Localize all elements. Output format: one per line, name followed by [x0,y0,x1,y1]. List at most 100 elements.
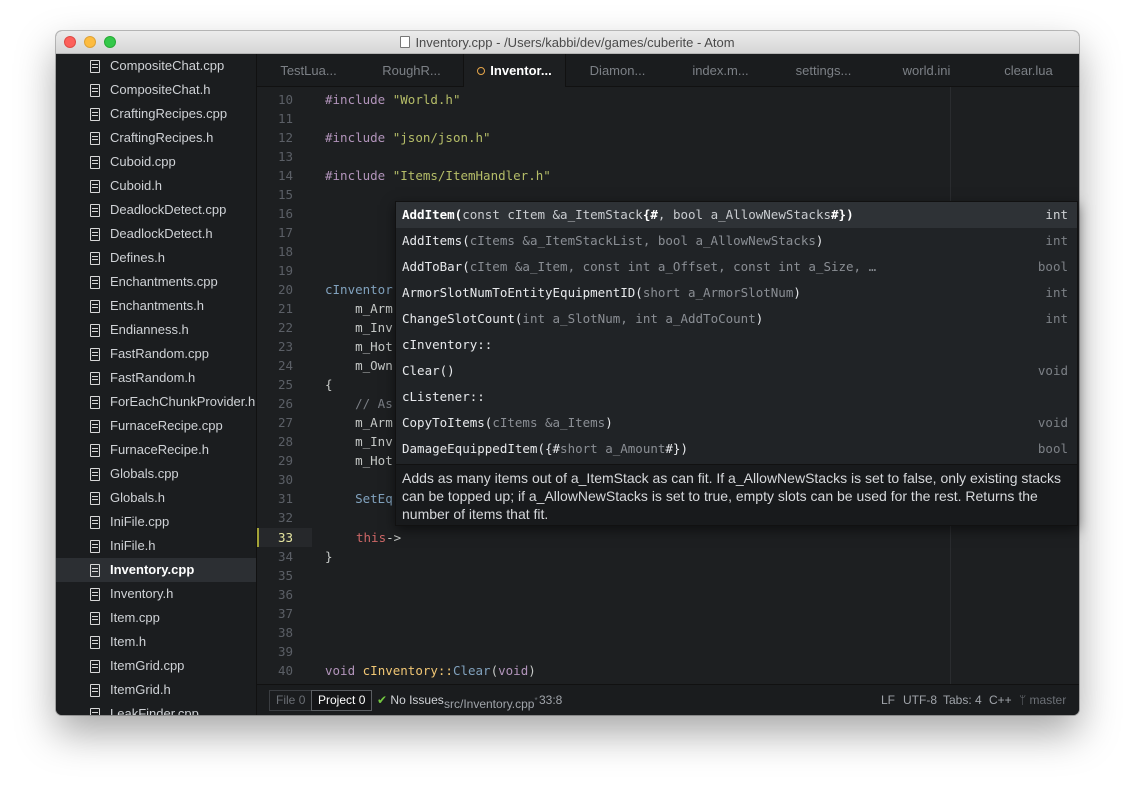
file-label: CompositeChat.h [110,82,211,97]
git-branch[interactable]: ᛘ master [1019,685,1066,715]
git-branch-icon: ᛘ [1019,693,1027,707]
suggestion-type: int [1045,233,1068,248]
tab-clear-lua[interactable]: clear.lua [978,54,1079,87]
line-number: 16 [277,206,293,221]
autocomplete-suggestion[interactable]: ArmorSlotNumToEntityEquipmentID(short a_… [396,280,1077,306]
tree-file-item[interactable]: LeakFinder.cpp [56,702,256,715]
linter-file-tab[interactable]: File 0 [269,690,313,711]
tree-file-item[interactable]: Item.h [56,630,256,654]
tree-file-item[interactable]: FurnaceRecipe.cpp [56,414,256,438]
tree-file-item[interactable]: Defines.h [56,246,256,270]
tree-file-item[interactable]: ItemGrid.cpp [56,654,256,678]
tree-file-item[interactable]: Globals.cpp [56,462,256,486]
file-label: CraftingRecipes.cpp [110,106,228,121]
suggestion-type: void [1037,363,1068,378]
file-text-icon [90,516,100,529]
tree-file-item[interactable]: Enchantments.h [56,294,256,318]
line-number: 30 [277,472,293,487]
line-ending-selector[interactable]: LF [881,685,895,715]
tree-file-item[interactable]: IniFile.h [56,534,256,558]
grammar-selector[interactable]: C++ [989,685,1012,715]
suggestion-params: cItem &a_Item, const int a_Offset, const… [469,259,877,274]
suggestion-placeholder: {# [642,207,658,222]
tree-file-item[interactable]: Cuboid.cpp [56,150,256,174]
autocomplete-suggestion[interactable]: cListener:: [396,384,1077,410]
code-line: { [325,377,333,392]
tab-length-selector[interactable]: Tabs: 4 [943,685,982,715]
line-number: 32 [277,510,293,525]
file-path: src/Inventory.cpp [444,697,535,711]
tree-file-item[interactable]: CraftingRecipes.h [56,126,256,150]
autocomplete-suggestion[interactable]: DamageEquippedItem({#short a_Amount#}) b… [396,436,1077,462]
tab-world-ini[interactable]: world.ini [875,54,978,87]
linter-project-tab[interactable]: Project 0 [311,690,373,711]
suggestion-name: DamageEquippedItem({# [402,441,561,456]
code-line: m_Arm [325,301,393,316]
tree-file-item[interactable]: ForEachChunkProvider.h [56,390,256,414]
file-label: FurnaceRecipe.h [110,442,209,457]
autocomplete-suggestion[interactable]: AddToBar(cItem &a_Item, const int a_Offs… [396,254,1077,280]
tree-file-item[interactable]: Globals.h [56,486,256,510]
suggestion-close: ) [793,285,801,300]
autocomplete-suggestion[interactable]: CopyToItems(cItems &a_Items) void [396,410,1077,436]
tab-testlua[interactable]: TestLua... [257,54,360,87]
tree-file-item[interactable]: Endianness.h [56,318,256,342]
file-text-icon [90,84,100,97]
tab-bar: TestLua... RoughR... Inventor... Diamon.… [257,54,1079,87]
tree-file-item[interactable]: FurnaceRecipe.h [56,438,256,462]
file-label: Enchantments.h [110,298,204,313]
tab-label: settings... [795,63,852,78]
tree-file-item[interactable]: Cuboid.h [56,174,256,198]
tab-index[interactable]: index.m... [669,54,772,87]
autocomplete-suggestion[interactable]: AddItems(cItems &a_ItemStackList, bool a… [396,228,1077,254]
line-number: 12 [277,130,293,145]
tree-file-item[interactable]: Item.cpp [56,606,256,630]
file-text-icon [90,540,100,553]
suggestion-type: bool [1037,441,1068,456]
tree-file-item[interactable]: DeadlockDetect.cpp [56,198,256,222]
cursor-position[interactable]: 33:8 [539,685,562,715]
autocomplete-suggestion-selected[interactable]: AddItem(const cItem &a_ItemStack{#, bool… [396,202,1077,228]
line-number: 22 [277,320,293,335]
tree-file-item[interactable]: Inventory.h [56,582,256,606]
tree-file-item[interactable]: FastRandom.h [56,366,256,390]
code-keyword: #include [325,92,386,107]
tree-file-item[interactable]: Enchantments.cpp [56,270,256,294]
tree-file-item[interactable]: ItemGrid.h [56,678,256,702]
tab-label: Diamon... [589,63,646,78]
tab-label: TestLua... [280,63,337,78]
line-number: 15 [277,187,293,202]
suggestion-type: int [1045,311,1068,326]
tab-roughr[interactable]: RoughR... [360,54,463,87]
window-title: Inventory.cpp - /Users/kabbi/dev/games/c… [56,35,1079,50]
suggestion-close: ) [605,415,613,430]
code-keyword: void [325,663,356,678]
line-number: 24 [277,358,293,373]
document-icon [400,36,411,48]
file-path-status[interactable]: src/Inventory.cpp* [444,685,538,715]
autocomplete-suggestion[interactable]: ChangeSlotCount(int a_SlotNum, int a_Add… [396,306,1077,332]
modified-mark: * [534,696,538,705]
tree-file-item[interactable]: DeadlockDetect.h [56,222,256,246]
line-number: 14 [277,168,293,183]
tree-file-item[interactable]: FastRandom.cpp [56,342,256,366]
encoding-selector[interactable]: UTF-8 [903,685,937,715]
tree-file-item[interactable]: IniFile.cpp [56,510,256,534]
tree-file-item[interactable]: CompositeChat.h [56,78,256,102]
line-number: 19 [277,263,293,278]
line-number: 10 [277,92,293,107]
tab-settings[interactable]: settings... [772,54,875,87]
linter-status[interactable]: ✔ No Issues [377,685,444,715]
autocomplete-suggestion[interactable]: Clear() void [396,358,1077,384]
tree-file-item[interactable]: CraftingRecipes.cpp [56,102,256,126]
tab-diamon[interactable]: Diamon... [566,54,669,87]
line-number-current: 33 [277,530,293,545]
code-line: cInventor [325,282,393,297]
tree-file-item[interactable]: CompositeChat.cpp [56,54,256,78]
file-label: IniFile.h [110,538,156,553]
modified-indicator-icon [477,67,486,75]
line-number: 13 [277,149,293,164]
autocomplete-suggestion[interactable]: cInventory:: [396,332,1077,358]
tree-file-item-selected[interactable]: Inventory.cpp [56,558,256,582]
tab-inventory[interactable]: Inventor... [463,54,566,87]
